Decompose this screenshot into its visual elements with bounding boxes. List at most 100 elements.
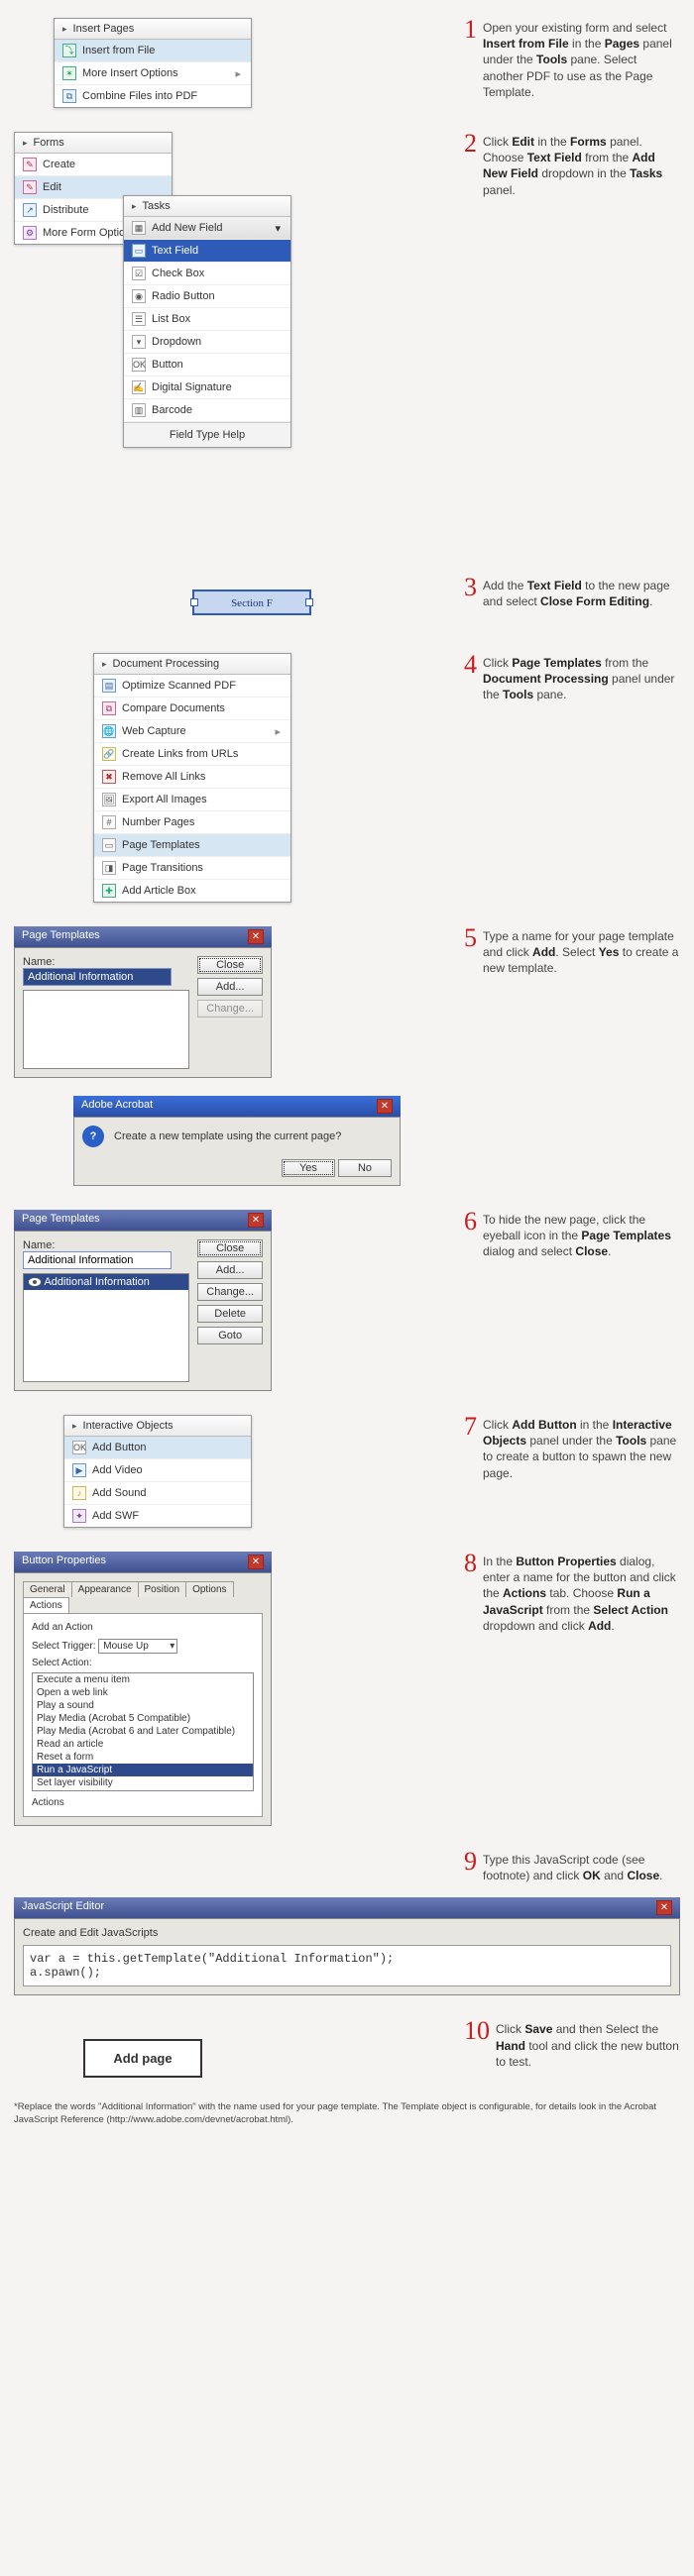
- label: Compare Documents: [122, 702, 225, 714]
- action-listbox[interactable]: Execute a menu itemOpen a web linkPlay a…: [32, 1672, 254, 1791]
- delete-button[interactable]: Delete: [197, 1305, 263, 1323]
- javascript-code[interactable]: var a = this.getTemplate("Additional Inf…: [23, 1945, 671, 1986]
- io-add-video[interactable]: ▶Add Video: [64, 1459, 251, 1482]
- list-item[interactable]: Run a JavaScript: [33, 1764, 253, 1776]
- tab-position[interactable]: Position: [138, 1581, 187, 1597]
- step-number: 1: [464, 18, 477, 100]
- dp-web[interactable]: 🌐Web Capture▸: [94, 720, 290, 743]
- insert-pages-panel: Insert Pages ⤵Insert from File ✶More Ins…: [54, 18, 252, 108]
- list-item[interactable]: Set layer visibility: [33, 1776, 253, 1789]
- field-icon: ▦: [132, 221, 146, 235]
- change-button[interactable]: Change...: [197, 1283, 263, 1301]
- label: Page Templates: [122, 839, 200, 851]
- list-item[interactable]: Play a sound: [33, 1699, 253, 1712]
- template-name-input[interactable]: [23, 1251, 172, 1269]
- menu-insert-from-file[interactable]: ⤵Insert from File: [55, 40, 251, 62]
- tab-general[interactable]: General: [23, 1581, 72, 1597]
- label: Export All Images: [122, 794, 207, 805]
- label: More Insert Options: [82, 67, 178, 79]
- template-list[interactable]: [23, 990, 189, 1069]
- dp-export-img[interactable]: 🖼Export All Images: [94, 789, 290, 811]
- close-button[interactable]: Close: [197, 956, 263, 974]
- add-page-button[interactable]: Add page: [83, 2039, 202, 2078]
- close-icon[interactable]: ✕: [656, 1900, 672, 1915]
- dp-remove-links[interactable]: ✖Remove All Links: [94, 766, 290, 789]
- field-listbox[interactable]: ☰List Box: [124, 308, 290, 331]
- change-button: Change...: [197, 1000, 263, 1018]
- field-dropdown[interactable]: ▾Dropdown: [124, 331, 290, 354]
- add-button[interactable]: Add...: [197, 978, 263, 996]
- io-add-swf[interactable]: ✦Add SWF: [64, 1505, 251, 1527]
- menu-combine[interactable]: ⧉Combine Files into PDF: [55, 85, 251, 107]
- close-button[interactable]: Close: [197, 1239, 263, 1257]
- io-add-sound[interactable]: ♪Add Sound: [64, 1482, 251, 1505]
- label: Button: [152, 359, 183, 371]
- template-name-input[interactable]: [23, 968, 172, 986]
- text-field-placeholder[interactable]: Section F: [192, 590, 311, 615]
- dp-links[interactable]: 🔗Create Links from URLs: [94, 743, 290, 766]
- template-icon: ▭: [102, 838, 116, 852]
- list-item[interactable]: Additional Information: [24, 1274, 188, 1290]
- add-new-field[interactable]: ▦Add New Field▾: [124, 217, 290, 240]
- io-add-button[interactable]: OKAdd Button: [64, 1437, 251, 1459]
- close-icon[interactable]: ✕: [248, 1213, 264, 1228]
- dp-number[interactable]: #Number Pages: [94, 811, 290, 834]
- distribute-icon: ↗: [23, 203, 37, 217]
- unlink-icon: ✖: [102, 770, 116, 784]
- list-item[interactable]: Reset a form: [33, 1751, 253, 1764]
- trigger-label: Select Trigger:: [32, 1641, 95, 1652]
- label: List Box: [152, 313, 190, 325]
- tab-appearance[interactable]: Appearance: [71, 1581, 139, 1597]
- close-icon[interactable]: ✕: [248, 929, 264, 944]
- goto-button[interactable]: Goto: [197, 1327, 263, 1344]
- close-icon[interactable]: ✕: [248, 1555, 264, 1569]
- add-button[interactable]: Add...: [197, 1261, 263, 1279]
- panel-title: Interactive Objects: [64, 1416, 251, 1437]
- scan-icon: ▤: [102, 679, 116, 693]
- menu-more-insert[interactable]: ✶More Insert Options▸: [55, 62, 251, 85]
- field-signature[interactable]: ✍Digital Signature: [124, 376, 290, 399]
- step-text: Click Edit in the Forms panel. Choose Te…: [483, 132, 680, 198]
- trigger-select[interactable]: Mouse Up: [98, 1639, 177, 1654]
- question-icon: ?: [82, 1126, 104, 1147]
- create-icon: ✎: [23, 158, 37, 171]
- field-checkbox[interactable]: ☑Check Box: [124, 263, 290, 285]
- tab-options[interactable]: Options: [185, 1581, 233, 1597]
- dropdown-icon: ▾: [132, 335, 146, 349]
- field-button[interactable]: OKButton: [124, 354, 290, 376]
- step-number: 6: [464, 1210, 477, 1260]
- dp-article[interactable]: ✚Add Article Box: [94, 880, 290, 902]
- no-button[interactable]: No: [338, 1159, 392, 1177]
- dp-page-templates[interactable]: ▭ Page Templates: [94, 834, 290, 857]
- tab-actions[interactable]: Actions: [23, 1597, 69, 1613]
- list-item[interactable]: Open a web link: [33, 1686, 253, 1699]
- step-text: In the Button Properties dialog, enter a…: [483, 1552, 680, 1634]
- close-icon[interactable]: ✕: [377, 1099, 393, 1114]
- panel-title: Insert Pages: [55, 19, 251, 40]
- swf-icon: ✦: [72, 1509, 86, 1523]
- javascript-editor-dialog: JavaScript Editor✕ Create and Edit JavaS…: [14, 1897, 680, 1995]
- dp-compare[interactable]: ⧉ Compare Documents: [94, 698, 290, 720]
- field-barcode[interactable]: ▥Barcode: [124, 399, 290, 422]
- label: Add Video: [92, 1464, 143, 1476]
- dp-transitions[interactable]: ◨Page Transitions: [94, 857, 290, 880]
- label: Combine Files into PDF: [82, 90, 197, 102]
- label: Page Transitions: [122, 862, 203, 874]
- label: Insert from File: [82, 45, 155, 56]
- globe-icon: 🌐: [102, 724, 116, 738]
- list-item[interactable]: Execute a menu item: [33, 1673, 253, 1686]
- forms-create[interactable]: ✎Create: [15, 154, 172, 176]
- template-list[interactable]: Additional Information: [23, 1273, 189, 1382]
- eyeball-icon[interactable]: [28, 1277, 42, 1287]
- dp-optimize[interactable]: ▤Optimize Scanned PDF: [94, 675, 290, 698]
- list-item[interactable]: Play Media (Acrobat 5 Compatible): [33, 1712, 253, 1725]
- compare-icon: ⧉: [102, 701, 116, 715]
- field-type-help[interactable]: Field Type Help: [124, 422, 290, 447]
- list-item[interactable]: Show/hide a field: [33, 1789, 253, 1791]
- list-item[interactable]: Read an article: [33, 1738, 253, 1751]
- yes-button[interactable]: Yes: [282, 1159, 335, 1177]
- footnote: *Replace the words "Additional Informati…: [14, 2101, 680, 2126]
- list-item[interactable]: Play Media (Acrobat 6 and Later Compatib…: [33, 1725, 253, 1738]
- field-radio[interactable]: ◉Radio Button: [124, 285, 290, 308]
- field-text[interactable]: ▭Text Field: [124, 240, 290, 263]
